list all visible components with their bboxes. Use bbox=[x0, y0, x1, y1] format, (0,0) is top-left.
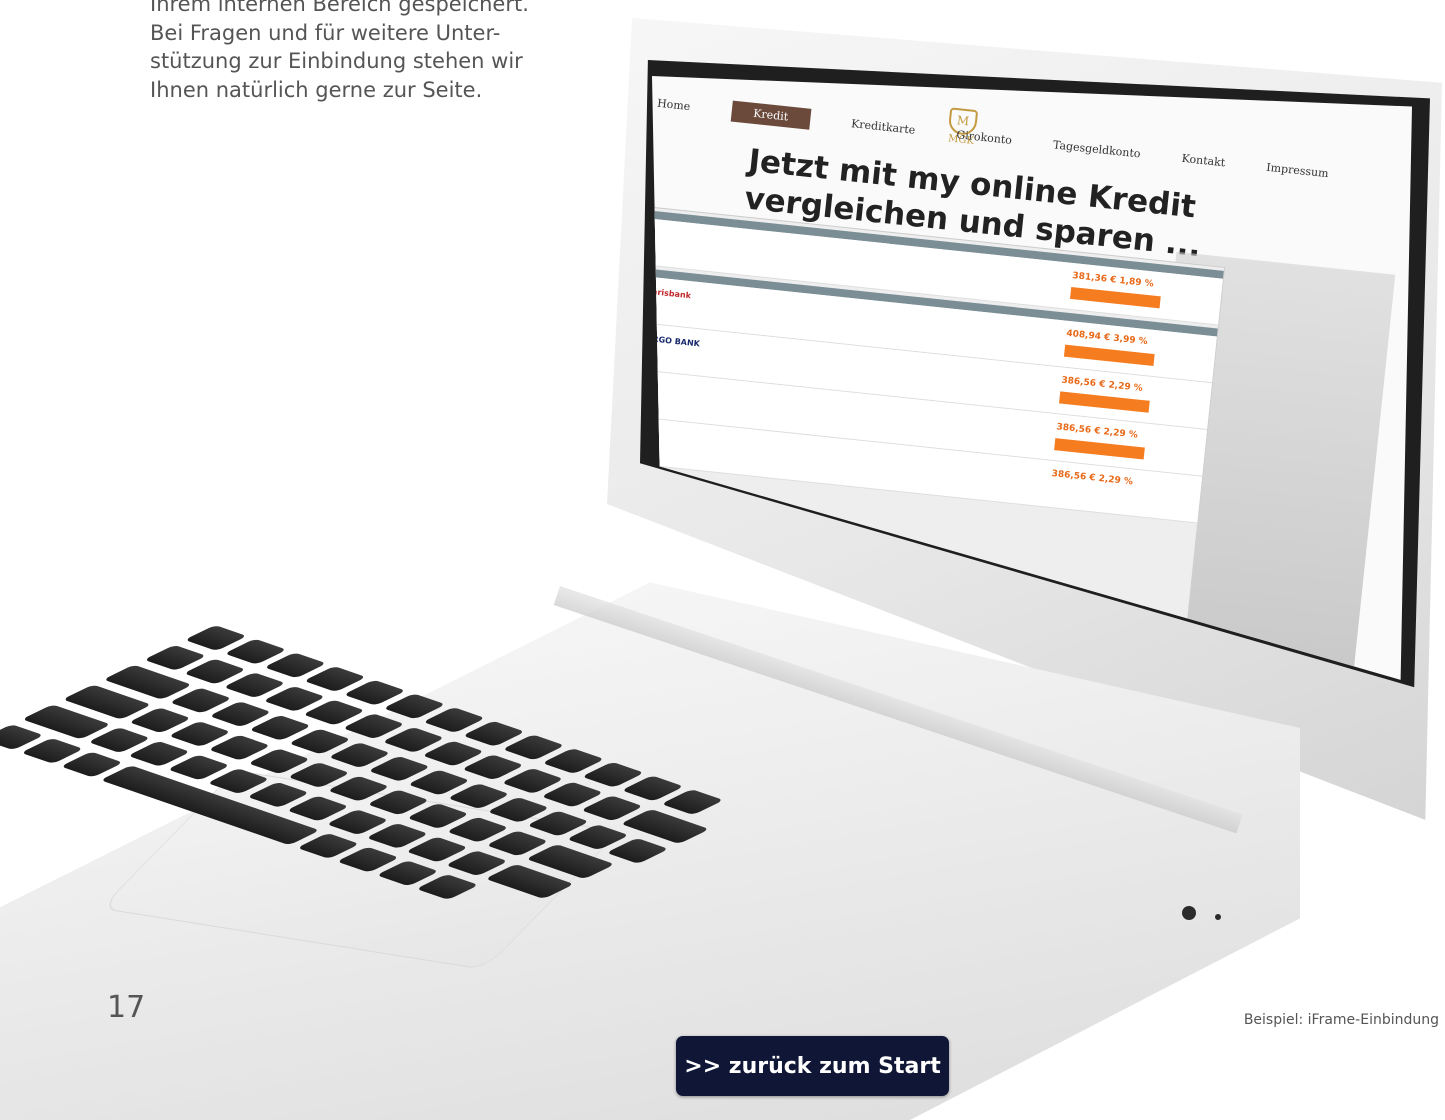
image-caption: Beispiel: iFrame-Einbindung bbox=[1243, 1012, 1439, 1028]
nav-item: Kreditkarte bbox=[850, 117, 916, 137]
offer-button bbox=[1069, 286, 1161, 309]
bank-name: narisbank bbox=[652, 286, 692, 301]
offer-rate: 386,56 € 2,29 % bbox=[1051, 468, 1134, 488]
bank-name: TARGO BANK bbox=[652, 333, 701, 349]
offer-rate: 386,56 € 2,29 % bbox=[1055, 422, 1139, 441]
offer-button bbox=[1054, 438, 1145, 460]
intro-line: Ihnen natürlich gerne zur Seite. bbox=[150, 77, 483, 102]
laptop-ports bbox=[1182, 905, 1235, 924]
offer-rate: 408,94 € 3,99 % bbox=[1065, 328, 1149, 348]
intro-line: Ihrem internen Bereich gespeichert. bbox=[150, 0, 529, 16]
intro-line: stützung zur Einbindung stehen wir bbox=[150, 49, 523, 73]
page-number: 17 bbox=[107, 990, 146, 1025]
nav-item: Tagesgeldkonto bbox=[1052, 138, 1142, 161]
nav-item: Kontakt bbox=[1181, 151, 1226, 170]
headphone-jack-icon bbox=[1182, 906, 1196, 920]
top-rate: 381,36 € 1,89 % bbox=[1071, 271, 1155, 290]
intro-text: Ihrem internen Bereich gespeichert. Bei … bbox=[150, 0, 580, 104]
nav-item: Impressum bbox=[1265, 160, 1330, 181]
nav-item: Home bbox=[656, 96, 691, 114]
intro-line: Bei Fragen und für weitere Unter- bbox=[150, 20, 501, 45]
offer-button bbox=[1059, 391, 1150, 413]
nav-item-active: Kredit bbox=[730, 100, 812, 130]
offer-button bbox=[1063, 344, 1155, 367]
offer-rate: 386,56 € 2,29 % bbox=[1060, 375, 1144, 394]
back-to-start-button[interactable]: >> zurück zum Start bbox=[676, 1036, 949, 1096]
led-icon bbox=[1215, 914, 1222, 920]
